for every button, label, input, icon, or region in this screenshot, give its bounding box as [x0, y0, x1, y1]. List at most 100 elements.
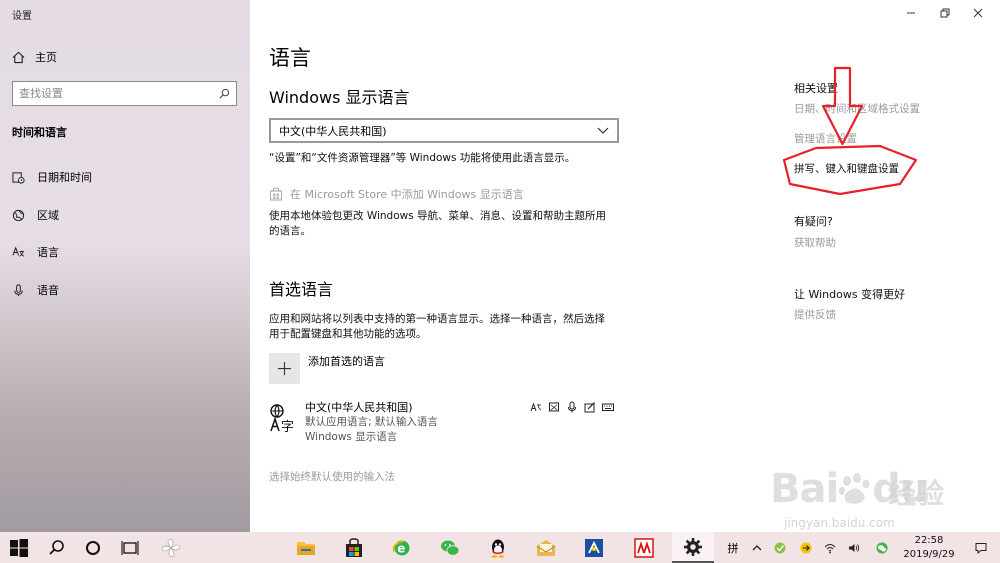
language-globe-icon: 字	[270, 404, 294, 432]
taskbar-search-button[interactable]	[40, 532, 74, 563]
close-icon	[973, 8, 983, 18]
wechat-tray-icon	[876, 542, 888, 553]
tray-network[interactable]	[820, 532, 840, 563]
arrow-app-icon	[800, 542, 812, 553]
minimize-button[interactable]	[896, 3, 926, 23]
restore-button[interactable]	[930, 3, 960, 23]
add-language-button[interactable]: 添加首选的语言	[269, 353, 385, 384]
display-language-select[interactable]: 中文(中华人民共和国)	[269, 118, 619, 143]
search-icon	[49, 539, 64, 555]
related-link-manage-language[interactable]: 管理语言设置	[794, 131, 857, 146]
handwriting-feature-icon	[584, 402, 595, 413]
store-link[interactable]: 在 Microsoft Store 中添加 Windows 显示语言	[269, 186, 524, 202]
notification-icon	[975, 542, 987, 554]
taskbar-clock[interactable]: 22:58 2019/9/29	[900, 534, 958, 562]
clock-calendar-icon	[12, 171, 25, 184]
tray-volume[interactable]	[844, 532, 864, 563]
task-view-icon	[121, 540, 139, 555]
qq-penguin-icon	[491, 539, 505, 558]
sidebar-home[interactable]: 主页	[12, 49, 57, 65]
taskbar-app-settings[interactable]	[672, 532, 714, 563]
speaker-icon	[849, 543, 860, 552]
sidebar-item-label: 日期和时间	[37, 171, 92, 184]
paw-icon	[839, 473, 870, 504]
toolbox-app-icon	[585, 538, 603, 557]
preferred-description-line2: 用于配置键盘和其他功能的选项。	[269, 328, 427, 340]
ime-indicator[interactable]: 拼	[722, 532, 744, 563]
clock-date: 2019/9/29	[903, 549, 955, 560]
red-app-icon	[634, 537, 654, 558]
preferred-language-heading: 首选语言	[269, 280, 334, 299]
window-title: 设置	[12, 11, 32, 22]
sidebar: 设置 主页 时间和语言 日期和时间 区域 语言 语音	[0, 0, 250, 532]
tray-wechat[interactable]	[870, 532, 894, 563]
watermark-cn: 经验	[888, 477, 945, 510]
speech-recognition-feature-icon	[568, 401, 576, 413]
taskbar-app-pinwheel[interactable]	[152, 532, 190, 563]
taskbar-app-store[interactable]	[336, 532, 372, 563]
close-button[interactable]	[963, 3, 993, 23]
language-text: 中文(中华人民共和国) 默认应用语言; 默认输入语言 Windows 显示语言	[305, 400, 438, 445]
task-view-button[interactable]	[112, 532, 148, 563]
question-heading: 有疑问?	[794, 215, 833, 228]
feedback-link[interactable]: 提供反馈	[794, 307, 836, 322]
related-link-spelling-typing-keyboard[interactable]: 拼写、键入和键盘设置	[794, 161, 899, 176]
taskbar-app-red[interactable]	[624, 532, 664, 563]
watermark-brand-part1: Bai	[770, 466, 839, 512]
action-center-button[interactable]	[968, 532, 994, 563]
taskbar-app-browser[interactable]: e	[384, 532, 420, 563]
home-icon	[12, 51, 25, 63]
folder-icon	[297, 541, 315, 555]
security-app-icon	[774, 542, 786, 553]
store-bag-icon	[269, 187, 283, 201]
start-button[interactable]	[0, 532, 38, 563]
search-input[interactable]	[19, 87, 209, 100]
taskbar-app-wechat[interactable]	[432, 532, 468, 563]
store-description-line1: 使用本地体验包更改 Windows 导航、菜单、消息、设置和帮助主题所用	[269, 210, 607, 222]
sidebar-item-language[interactable]: 语言	[12, 244, 59, 260]
sidebar-item-region[interactable]: 区域	[12, 207, 59, 223]
taskbar-app-qq[interactable]	[480, 532, 516, 563]
tray-app-green[interactable]	[770, 532, 790, 563]
gear-icon	[684, 537, 702, 556]
minimize-icon	[907, 12, 915, 14]
text-to-speech-feature-icon	[549, 402, 559, 412]
preferred-description-line1: 应用和网站将以列表中支持的第一种语言显示。选择一种语言，然后选择	[269, 313, 605, 325]
cortana-ring-icon	[86, 540, 100, 555]
restore-icon	[940, 8, 950, 18]
globe-region-icon	[12, 209, 25, 221]
svg-text:字: 字	[281, 420, 294, 432]
improve-windows-heading: 让 Windows 变得更好	[794, 288, 906, 301]
display-language-description: “设置”和“文件资源管理器”等 Windows 功能将使用此语言显示。	[269, 152, 576, 164]
add-language-label: 添加首选的语言	[308, 355, 385, 368]
keyboard-feature-icon	[602, 403, 614, 411]
taskbar-app-file-explorer[interactable]	[288, 532, 324, 563]
wifi-icon	[824, 543, 836, 553]
sidebar-item-speech[interactable]: 语音	[12, 282, 59, 298]
cortana-button[interactable]	[76, 532, 110, 563]
taskbar: e 拼 22:58 2019/9/29	[0, 532, 1000, 563]
related-link-date-time-region[interactable]: 日期、时间和区域格式设置	[794, 101, 920, 116]
taskbar-app-mail[interactable]	[528, 532, 564, 563]
display-language-feature-icon	[530, 402, 542, 412]
display-language-heading: Windows 显示语言	[269, 88, 410, 107]
language-list-item[interactable]: 字 中文(中华人民共和国) 默认应用语言; 默认输入语言 Windows 显示语…	[269, 400, 614, 448]
sidebar-item-date-time[interactable]: 日期和时间	[12, 169, 92, 185]
chevron-down-icon	[597, 127, 609, 134]
add-language-box[interactable]	[269, 353, 300, 384]
mail-app-icon	[536, 539, 556, 556]
plus-icon	[277, 361, 292, 376]
get-help-link[interactable]: 获取帮助	[794, 235, 836, 250]
taskbar-app-tools[interactable]	[576, 532, 612, 563]
default-input-method-link[interactable]: 选择始终默认使用的输入法	[269, 469, 395, 484]
tray-app-yellow[interactable]	[796, 532, 816, 563]
language-sub1: 默认应用语言; 默认输入语言	[305, 416, 438, 428]
search-box[interactable]	[12, 81, 237, 106]
section-title: 时间和语言	[12, 126, 67, 139]
tray-overflow-button[interactable]	[748, 532, 766, 563]
watermark-url: jingyan.baidu.com	[784, 516, 895, 530]
search-icon[interactable]	[219, 88, 230, 99]
sidebar-item-label: 语音	[37, 284, 59, 297]
sidebar-item-label: 区域	[37, 209, 59, 222]
baidu-watermark: Bai du 经验 jingyan.baidu.com	[770, 458, 995, 533]
